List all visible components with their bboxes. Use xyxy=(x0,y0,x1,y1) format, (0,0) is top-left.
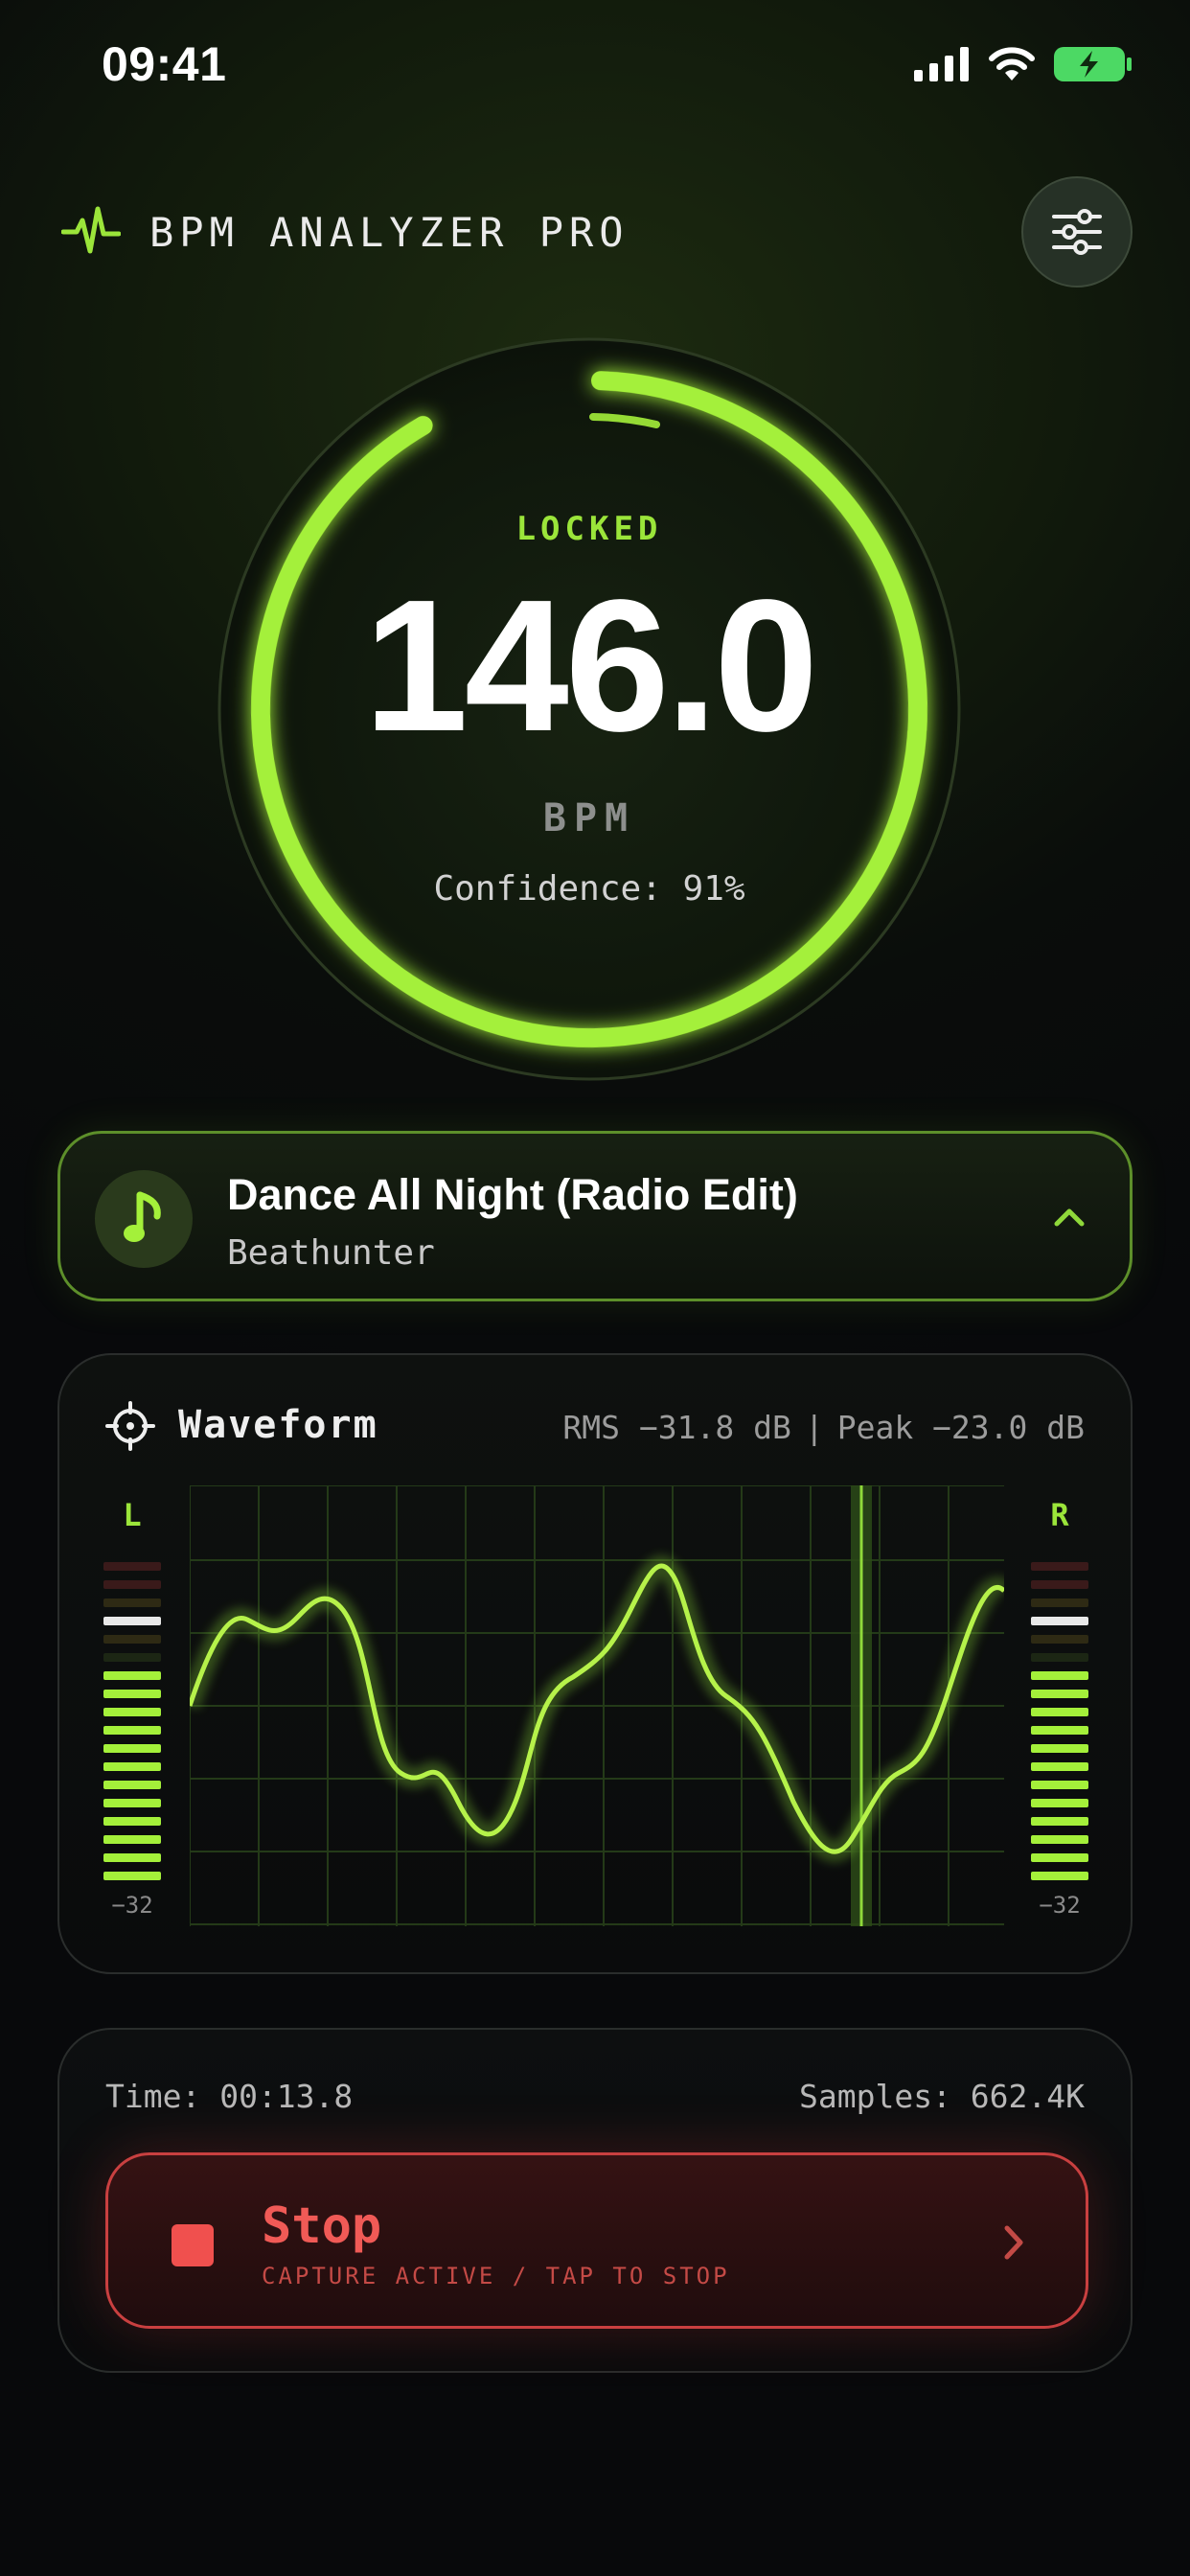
meter-segment xyxy=(103,1708,161,1716)
lock-status: LOCKED xyxy=(515,510,663,548)
meter-segment xyxy=(103,1635,161,1644)
meter-segment xyxy=(1031,1635,1088,1644)
meter-segment xyxy=(103,1580,161,1589)
settings-button[interactable] xyxy=(1021,176,1133,288)
meter-segment xyxy=(1031,1671,1088,1680)
track-title: Dance All Night (Radio Edit) xyxy=(227,1170,798,1219)
meter-segment xyxy=(103,1781,161,1789)
chevron-right-icon xyxy=(1004,2225,1023,2260)
meter-segment xyxy=(1031,1853,1088,1862)
stop-label: Stop xyxy=(262,2197,382,2255)
left-channel-label: L xyxy=(123,1497,142,1533)
right-channel-label: R xyxy=(1050,1497,1069,1533)
status-icons xyxy=(914,42,1133,86)
meter-segment xyxy=(103,1762,161,1771)
app-title: BPM ANALYZER PRO xyxy=(149,209,629,256)
meter-segment xyxy=(103,1835,161,1844)
battery-charging-icon xyxy=(1054,47,1132,81)
meter-segment xyxy=(103,1853,161,1862)
waveform-card: Waveform RMS −31.8 dB | Peak −23.0 dB L … xyxy=(57,1353,1133,1974)
meter-segment xyxy=(103,1617,161,1625)
meter-segment xyxy=(103,1799,161,1807)
left-level-meter xyxy=(103,1562,161,1880)
meter-segment xyxy=(1031,1835,1088,1844)
bpm-value: 146.0 xyxy=(363,561,818,770)
left-meter-scale: −32 xyxy=(111,1892,153,1919)
waveform-plot xyxy=(190,1485,1004,1926)
meter-segment xyxy=(1031,1744,1088,1753)
bpm-gauge: LOCKED 146.0 BPM Confidence: 91% xyxy=(213,333,966,1086)
meter-segment xyxy=(103,1671,161,1680)
stop-subtitle: CAPTURE ACTIVE / TAP TO STOP xyxy=(262,2263,730,2289)
meter-segment xyxy=(103,1744,161,1753)
waveform-stats: RMS −31.8 dB | Peak −23.0 dB xyxy=(562,1409,1085,1446)
waveform-title: Waveform xyxy=(178,1403,378,1447)
bpm-unit: BPM xyxy=(542,796,636,840)
meter-segment xyxy=(1031,1598,1088,1607)
meter-segment xyxy=(1031,1690,1088,1698)
meter-segment xyxy=(103,1726,161,1735)
stop-icon xyxy=(172,2224,214,2266)
meter-segment xyxy=(103,1653,161,1662)
rms-value: RMS −31.8 dB xyxy=(562,1409,791,1446)
stats-separator: | xyxy=(804,1409,824,1446)
confidence-text: Confidence: 91% xyxy=(433,869,745,908)
music-note-icon xyxy=(124,1191,161,1242)
meter-segment xyxy=(103,1562,161,1571)
chevron-up-icon[interactable] xyxy=(1045,1193,1093,1241)
track-artist: Beathunter xyxy=(227,1233,435,1273)
meter-segment xyxy=(1031,1817,1088,1826)
sliders-icon xyxy=(1052,209,1102,255)
meter-segment xyxy=(103,1817,161,1826)
meter-segment xyxy=(1031,1726,1088,1735)
heartbeat-pulse-icon xyxy=(61,206,121,254)
stop-button[interactable]: Stop CAPTURE ACTIVE / TAP TO STOP xyxy=(105,2152,1088,2329)
track-artwork xyxy=(95,1170,193,1268)
capture-controls-card: Time: 00:13.8 Samples: 662.4K Stop CAPTU… xyxy=(57,2028,1133,2373)
meter-segment xyxy=(1031,1872,1088,1880)
wifi-icon xyxy=(989,47,1035,80)
right-level-meter xyxy=(1031,1562,1088,1880)
meter-segment xyxy=(1031,1617,1088,1625)
peak-value: Peak −23.0 dB xyxy=(836,1409,1085,1446)
cellular-signal-icon xyxy=(914,47,969,81)
meter-segment xyxy=(1031,1562,1088,1571)
crosshair-icon xyxy=(105,1401,155,1451)
meter-segment xyxy=(1031,1799,1088,1807)
meter-segment xyxy=(103,1690,161,1698)
now-playing-card[interactable]: Dance All Night (Radio Edit) Beathunter xyxy=(57,1131,1133,1301)
meter-segment xyxy=(103,1598,161,1607)
status-time: 09:41 xyxy=(102,37,227,91)
meter-segment xyxy=(1031,1762,1088,1771)
meter-segment xyxy=(1031,1653,1088,1662)
right-meter-scale: −32 xyxy=(1039,1892,1081,1919)
meter-segment xyxy=(1031,1708,1088,1716)
elapsed-time: Time: 00:13.8 xyxy=(105,2078,354,2115)
sample-count: Samples: 662.4K xyxy=(798,2078,1085,2115)
meter-segment xyxy=(1031,1580,1088,1589)
meter-segment xyxy=(103,1872,161,1880)
meter-segment xyxy=(1031,1781,1088,1789)
